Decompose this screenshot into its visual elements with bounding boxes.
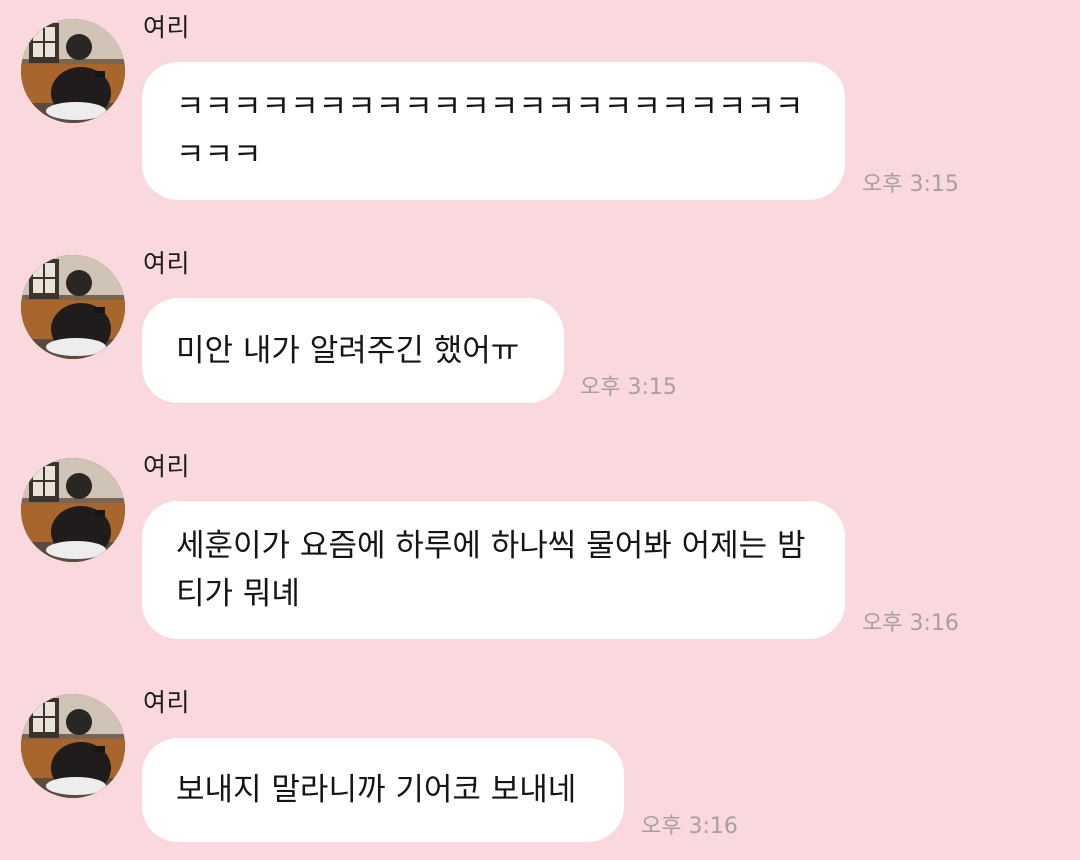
message-timestamp: 오후 3:16 (641, 814, 738, 839)
message-text: 보내지 말라니까 기어코 보내네 (176, 772, 577, 808)
sender-name: 여리 (143, 13, 191, 42)
avatar[interactable] (21, 694, 125, 798)
avatar[interactable] (21, 458, 125, 562)
message-text: ㅋㅋㅋㅋㅋㅋㅋㅋㅋㅋㅋㅋㅋㅋㅋㅋㅋㅋㅋㅋㅋㅋㅋㅋㅋ (176, 89, 804, 173)
avatar[interactable] (21, 255, 125, 359)
profile-photo-icon (21, 255, 125, 359)
profile-photo-icon (21, 458, 125, 562)
message-bubble[interactable]: ㅋㅋㅋㅋㅋㅋㅋㅋㅋㅋㅋㅋㅋㅋㅋㅋㅋㅋㅋㅋㅋㅋㅋㅋㅋ (142, 62, 845, 200)
message-timestamp: 오후 3:15 (862, 172, 959, 197)
message-bubble[interactable]: 세훈이가 요즘에 하루에 하나씩 물어봐 어제는 밤티가 뭐녜 (142, 501, 845, 639)
avatar[interactable] (21, 19, 125, 123)
message-text: 세훈이가 요즘에 하루에 하나씩 물어봐 어제는 밤티가 뭐녜 (176, 528, 806, 612)
sender-name: 여리 (143, 249, 191, 278)
message-bubble[interactable]: 보내지 말라니까 기어코 보내네 (142, 738, 624, 842)
profile-photo-icon (21, 19, 125, 123)
message-timestamp: 오후 3:16 (862, 611, 959, 636)
sender-name: 여리 (143, 688, 191, 717)
profile-photo-icon (21, 694, 125, 798)
message-text: 미안 내가 알려주긴 했어ㅠ (176, 332, 520, 369)
message-timestamp: 오후 3:15 (580, 375, 677, 400)
sender-name: 여리 (143, 452, 191, 481)
message-bubble[interactable]: 미안 내가 알려주긴 했어ㅠ (142, 298, 564, 403)
